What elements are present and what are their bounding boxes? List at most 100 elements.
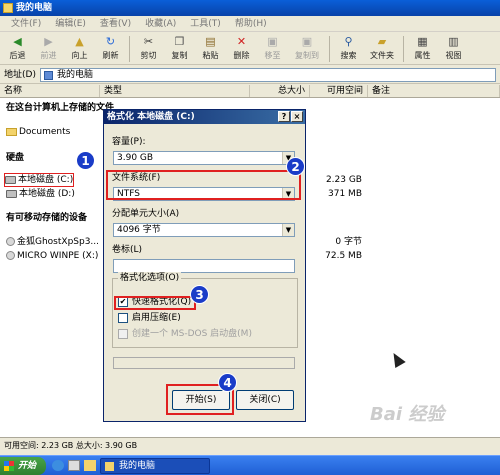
copy-icon: ❐ xyxy=(174,35,185,48)
list-item-drive-c[interactable]: 本地磁盘 (C:) xyxy=(3,173,75,187)
callout-1: 1 xyxy=(76,151,95,170)
close-icon[interactable]: × xyxy=(291,111,303,122)
taskbar: 开始 我的电脑 xyxy=(0,455,500,475)
checkbox-box xyxy=(118,329,128,339)
cd-drive-icon xyxy=(6,251,15,260)
menu-help[interactable]: 帮助(H) xyxy=(228,16,274,31)
column-comments[interactable]: 备注 xyxy=(368,85,500,97)
volume-label-input[interactable] xyxy=(113,259,295,273)
hard-drive-icon xyxy=(6,189,17,198)
allocation-size-label: 分配单元大小(A) xyxy=(112,209,180,219)
up-button[interactable]: ▲ 向上 xyxy=(64,33,95,65)
ie-icon[interactable] xyxy=(52,460,64,471)
move-to-icon: ▣ xyxy=(267,35,278,48)
properties-button[interactable]: ▦ 属性 xyxy=(407,33,438,65)
my-computer-icon xyxy=(105,462,114,471)
close-dialog-button[interactable]: 关闭(C) xyxy=(236,390,294,410)
list-item-cd-drive[interactable]: 金狐GhostXpSp3... xyxy=(6,236,99,248)
column-free-space[interactable]: 可用空间 xyxy=(310,85,368,97)
cut-button[interactable]: ✂ 剪切 xyxy=(133,33,164,65)
toolbar: ◀ 后退 ▶ 前进 ▲ 向上 ↻ 刷新 ✂ 剪切 ❐ 复制 ▤ 粘贴 ✕ 删除 ▣ 移至 ▣ 复制到… xyxy=(0,33,500,65)
cd-drive-free-space: 0 字节 xyxy=(335,237,362,247)
file-system-highlight xyxy=(106,170,301,200)
callout-3: 3 xyxy=(190,285,209,304)
my-computer-icon xyxy=(3,3,13,13)
hard-drive-icon xyxy=(5,175,16,184)
address-input[interactable]: 我的电脑 xyxy=(40,68,496,82)
address-bar: 地址(D) 我的电脑 xyxy=(0,66,500,84)
msdos-startup-disk-checkbox[interactable]: 创建一个 MS-DOS 启动盘(M) xyxy=(118,328,252,340)
group-header-hdd: 硬盘 xyxy=(6,153,25,163)
start-button[interactable]: 开始 xyxy=(0,457,46,475)
refresh-button[interactable]: ↻ 刷新 xyxy=(95,33,126,65)
scissors-icon: ✂ xyxy=(143,35,154,48)
allocation-size-select[interactable]: 4096 字节 ▼ xyxy=(113,223,295,237)
dialog-title: 格式化 本地磁盘 (C:) xyxy=(107,112,195,122)
back-button[interactable]: ◀ 后退 xyxy=(2,33,33,65)
menu-view[interactable]: 查看(V) xyxy=(93,16,138,31)
list-item-winpe-drive[interactable]: MICRO WINPE (X:) xyxy=(6,250,98,262)
help-icon[interactable]: ? xyxy=(278,111,290,122)
menu-bar: 文件(F) 编辑(E) 查看(V) 收藏(A) 工具(T) 帮助(H) xyxy=(0,16,500,32)
status-bar: 可用空间: 2.23 GB 总大小: 3.90 GB xyxy=(0,437,500,455)
move-to-button[interactable]: ▣ 移至 xyxy=(257,33,288,65)
back-arrow-icon: ◀ xyxy=(13,35,22,48)
window-title: 我的电脑 xyxy=(16,3,53,13)
chevron-down-icon: ▼ xyxy=(282,224,294,236)
drive-d-free-space: 371 MB xyxy=(328,189,362,199)
title-bar: 我的电脑 xyxy=(0,0,500,16)
windows-logo-icon xyxy=(4,461,14,471)
column-type[interactable]: 类型 xyxy=(100,85,250,97)
search-button[interactable]: ⚲ 搜索 xyxy=(333,33,364,65)
refresh-icon: ↻ xyxy=(105,35,116,48)
list-item-documents[interactable]: Documents xyxy=(6,126,70,138)
callout-2: 2 xyxy=(286,157,305,176)
folders-icon: ▰ xyxy=(377,35,387,48)
forward-button[interactable]: ▶ 前进 xyxy=(33,33,64,65)
watermark: Bai 经验 xyxy=(370,404,445,425)
group-header-removable: 有可移动存储的设备 xyxy=(6,213,88,223)
drive-c-free-space: 2.23 GB xyxy=(325,175,362,185)
search-icon: ⚲ xyxy=(344,35,353,48)
volume-label-label: 卷标(L) xyxy=(112,245,143,255)
capacity-select[interactable]: 3.90 GB ▼ xyxy=(113,151,295,165)
capacity-label: 容量(P): xyxy=(112,137,146,147)
menu-edit[interactable]: 编辑(E) xyxy=(48,16,93,31)
column-headers: 名称 类型 总大小 可用空间 备注 xyxy=(0,85,500,98)
menu-tools[interactable]: 工具(T) xyxy=(183,16,228,31)
folders-button[interactable]: ▰ 文件夹 xyxy=(364,33,400,65)
properties-icon: ▦ xyxy=(417,35,428,48)
copy-button[interactable]: ❐ 复制 xyxy=(164,33,195,65)
toolbar-divider xyxy=(329,36,330,62)
toolbar-divider xyxy=(129,36,130,62)
toolbar-divider xyxy=(403,36,404,62)
my-computer-icon xyxy=(44,71,53,80)
checkbox-box xyxy=(118,313,128,323)
quick-format-highlight xyxy=(114,296,196,310)
views-icon: ▥ xyxy=(448,35,459,48)
taskbar-button-my-computer[interactable]: 我的电脑 xyxy=(100,458,210,474)
address-label: 地址(D) xyxy=(4,70,36,80)
column-name[interactable]: 名称 xyxy=(0,85,100,97)
column-total-size[interactable]: 总大小 xyxy=(250,85,310,97)
enable-compression-checkbox[interactable]: 启用压缩(E) xyxy=(118,312,181,324)
explorer-icon[interactable] xyxy=(84,460,96,471)
explorer-window: 我的电脑 文件(F) 编辑(E) 查看(V) 收藏(A) 工具(T) 帮助(H)… xyxy=(0,0,500,475)
format-progress-bar xyxy=(113,357,295,369)
delete-x-icon: ✕ xyxy=(236,35,247,48)
cd-drive-icon xyxy=(6,237,15,246)
format-dialog: 格式化 本地磁盘 (C:) ? × 容量(P): 3.90 GB ▼ 文件系统(F… xyxy=(103,109,306,422)
menu-file[interactable]: 文件(F) xyxy=(4,16,48,31)
copy-to-icon: ▣ xyxy=(301,35,313,48)
list-item-drive-d[interactable]: 本地磁盘 (D:) xyxy=(6,188,75,200)
views-button[interactable]: ▥ 视图 xyxy=(438,33,469,65)
paste-icon: ▤ xyxy=(205,35,216,48)
folder-icon xyxy=(6,127,17,136)
menu-favorites[interactable]: 收藏(A) xyxy=(138,16,183,31)
format-options-label: 格式化选项(O) xyxy=(118,272,182,284)
delete-button[interactable]: ✕ 删除 xyxy=(226,33,257,65)
paste-button[interactable]: ▤ 粘贴 xyxy=(195,33,226,65)
show-desktop-icon[interactable] xyxy=(68,460,80,471)
copy-to-button[interactable]: ▣ 复制到 xyxy=(288,33,326,65)
group-header-files: 在这台计算机上存储的文件 xyxy=(6,103,115,113)
